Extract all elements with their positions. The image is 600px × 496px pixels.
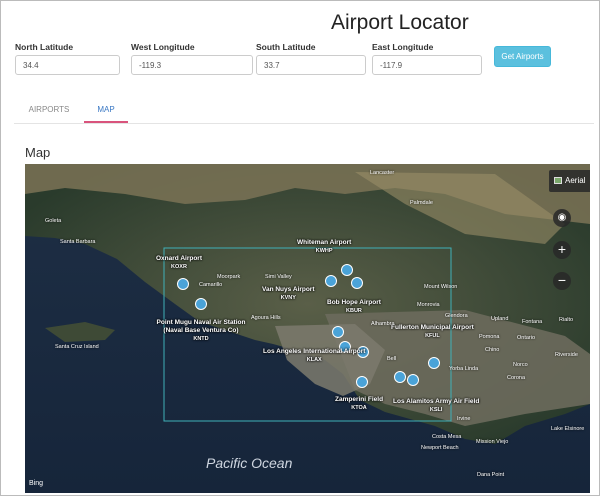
west-longitude-input[interactable] bbox=[131, 55, 253, 75]
place-palmdale: Palmdale bbox=[410, 200, 433, 206]
south-latitude-group: South Latitude bbox=[256, 42, 366, 75]
locate-icon: ◉ bbox=[557, 212, 567, 223]
ocean-label: Pacific Ocean bbox=[206, 455, 293, 471]
locate-me-button[interactable]: ◉ bbox=[553, 209, 571, 227]
place-chino: Chino bbox=[485, 347, 500, 353]
place-alhambra: Alhambra bbox=[371, 321, 395, 327]
place-moorpark: Moorpark bbox=[217, 274, 241, 280]
tab-bar: AIRPORTS MAP bbox=[14, 98, 594, 124]
place-monrovia: Monrovia bbox=[417, 302, 440, 308]
north-latitude-label: North Latitude bbox=[15, 42, 74, 52]
map-view[interactable]: Aerial ◉ + − Pacific Ocean Bing Whiteman… bbox=[25, 164, 590, 493]
place-lancaster: Lancaster bbox=[370, 170, 395, 176]
airport-marker-koxr[interactable] bbox=[177, 278, 189, 290]
airport-marker-smo[interactable] bbox=[332, 326, 344, 338]
west-longitude-label: West Longitude bbox=[131, 42, 195, 52]
place-pomona: Pomona bbox=[479, 334, 500, 340]
north-latitude-group: North Latitude bbox=[15, 42, 120, 75]
north-latitude-input[interactable] bbox=[15, 55, 120, 75]
airport-label-kvny: Van Nuys Airport KVNY bbox=[262, 286, 315, 301]
get-airports-button[interactable]: Get Airports bbox=[494, 46, 551, 67]
airport-marker-ksli-2[interactable] bbox=[407, 374, 419, 386]
place-upland: Upland bbox=[491, 316, 509, 322]
airport-label-ksli: Los Alamitos Army Air Field KSLI bbox=[393, 398, 480, 413]
place-simi-valley: Simi Valley bbox=[265, 274, 292, 280]
place-mission-viejo: Mission Viejo bbox=[476, 439, 509, 445]
airport-marker-kwhp[interactable] bbox=[341, 264, 353, 276]
airport-marker-ktoa[interactable] bbox=[356, 376, 368, 388]
place-riverside: Riverside bbox=[555, 352, 578, 358]
zoom-in-button[interactable]: + bbox=[553, 241, 571, 259]
place-ontario: Ontario bbox=[517, 335, 536, 341]
place-fontana: Fontana bbox=[522, 319, 543, 325]
map-section-title: Map bbox=[25, 145, 51, 160]
airport-label-klax: Los Angeles International Airport KLAX bbox=[263, 348, 366, 363]
place-dana-point: Dana Point bbox=[477, 472, 505, 478]
airport-marker-ksli[interactable] bbox=[394, 371, 406, 383]
tab-map[interactable]: MAP bbox=[84, 98, 128, 123]
place-lake-elsinore: Lake Elsinore bbox=[551, 426, 585, 432]
place-norco: Norco bbox=[513, 362, 528, 368]
place-mount-wilson: Mount Wilson bbox=[424, 284, 458, 290]
south-latitude-label: South Latitude bbox=[256, 42, 316, 52]
place-agoura-hills: Agoura Hills bbox=[251, 315, 281, 321]
place-costa-mesa: Costa Mesa bbox=[432, 434, 462, 440]
place-glendora: Glendora bbox=[445, 313, 468, 319]
south-latitude-input[interactable] bbox=[256, 55, 366, 75]
place-santa-cruz-island: Santa Cruz Island bbox=[55, 344, 99, 350]
aerial-view-button[interactable]: Aerial bbox=[549, 170, 590, 192]
place-goleta: Goleta bbox=[45, 218, 62, 224]
east-longitude-group: East Longitude bbox=[372, 42, 482, 75]
aerial-icon bbox=[554, 177, 562, 184]
airport-marker-kbur[interactable] bbox=[351, 277, 363, 289]
airport-label-kbur: Bob Hope Airport KBUR bbox=[327, 299, 381, 314]
place-newport-beach: Newport Beach bbox=[421, 445, 459, 451]
place-rialto: Rialto bbox=[559, 317, 574, 323]
app-window: Airport Locator North Latitude West Long… bbox=[0, 0, 600, 496]
place-irvine: Irvine bbox=[457, 416, 471, 422]
airport-marker-kntd[interactable] bbox=[195, 298, 207, 310]
east-longitude-input[interactable] bbox=[372, 55, 482, 75]
airport-label-kwhp: Whiteman Airport KWHP bbox=[297, 239, 352, 254]
west-longitude-group: West Longitude bbox=[131, 42, 253, 75]
aerial-label: Aerial bbox=[565, 176, 586, 185]
airport-label-koxr: Oxnard Airport KOXR bbox=[156, 255, 202, 270]
zoom-out-button[interactable]: − bbox=[553, 272, 571, 290]
place-yorba-linda: Yorba Linda bbox=[449, 366, 479, 372]
place-bell: Bell bbox=[387, 356, 397, 362]
place-santa-barbara: Santa Barbara bbox=[60, 239, 96, 245]
page-title: Airport Locator bbox=[331, 11, 469, 34]
minus-icon: − bbox=[557, 272, 567, 288]
airport-marker-kvny[interactable] bbox=[325, 275, 337, 287]
airport-label-ktoa: Zamperini Field KTOA bbox=[335, 396, 384, 411]
tab-airports[interactable]: AIRPORTS bbox=[14, 98, 84, 123]
plus-icon: + bbox=[557, 241, 567, 257]
airport-label-kful: Fullerton Municipal Airport KFUL bbox=[391, 324, 474, 339]
place-corona: Corona bbox=[507, 375, 526, 381]
airport-label-kntd: Point Mugu Naval Air Station (Naval Base… bbox=[156, 319, 246, 342]
airport-marker-kful[interactable] bbox=[428, 357, 440, 369]
bing-attribution: Bing bbox=[29, 480, 44, 487]
east-longitude-label: East Longitude bbox=[372, 42, 434, 52]
place-camarillo: Camarillo bbox=[199, 282, 223, 288]
